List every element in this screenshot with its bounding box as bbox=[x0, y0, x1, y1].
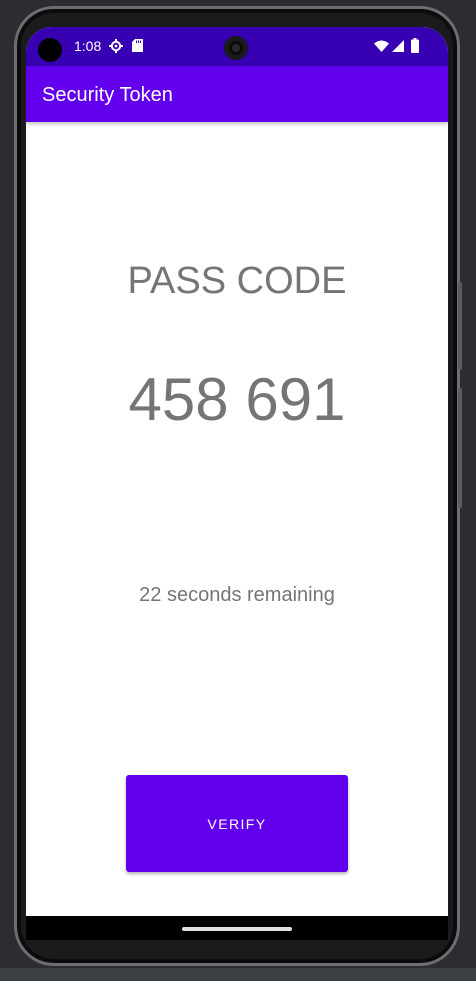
app-bar: Security Token bbox=[26, 66, 448, 122]
settings-gear-icon bbox=[109, 39, 123, 53]
emulator-bottom-bar bbox=[0, 968, 476, 981]
home-gesture-handle[interactable] bbox=[182, 927, 292, 931]
emulator-stage: 1:08 Security Token PASS CODE 458 691 22… bbox=[0, 0, 476, 981]
pass-code-label: PASS CODE bbox=[127, 260, 347, 302]
volume-button bbox=[458, 282, 462, 370]
cell-signal-icon bbox=[392, 40, 404, 52]
power-button bbox=[458, 388, 462, 508]
phone-screen: 1:08 Security Token PASS CODE 458 691 22… bbox=[26, 27, 448, 940]
verify-button[interactable]: VERIFY bbox=[126, 775, 348, 872]
status-dot bbox=[38, 38, 62, 62]
wifi-icon bbox=[374, 40, 389, 52]
status-time: 1:08 bbox=[74, 38, 102, 54]
app-title: Security Token bbox=[42, 84, 173, 106]
front-camera bbox=[224, 36, 248, 60]
battery-icon bbox=[411, 38, 419, 53]
pass-code-value: 458 691 bbox=[128, 366, 346, 433]
status-bar: 1:08 bbox=[26, 27, 448, 66]
countdown-text: 22 seconds remaining bbox=[139, 584, 335, 606]
navigation-bar bbox=[26, 916, 448, 940]
sd-card-icon bbox=[132, 39, 143, 52]
